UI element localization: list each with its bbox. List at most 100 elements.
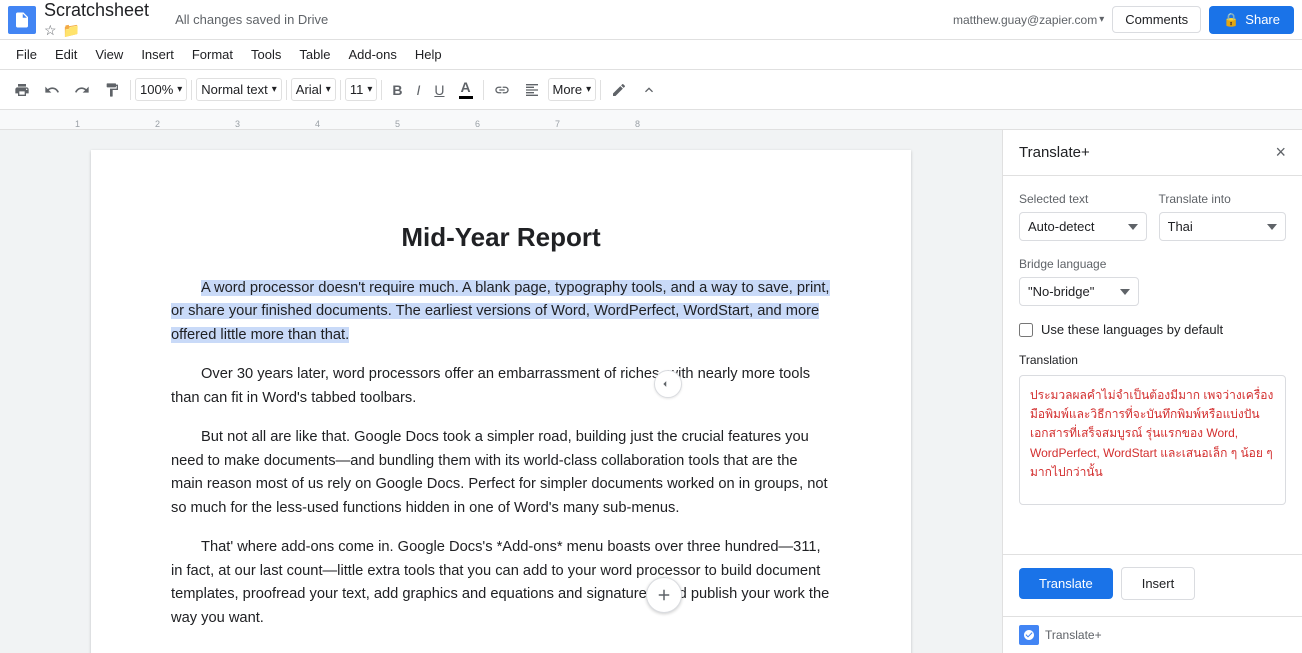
add-button-area [646, 577, 682, 613]
default-languages-checkbox[interactable] [1019, 323, 1033, 337]
doc-title-area: Scratchsheet ☆ 📁 [44, 0, 149, 39]
selected-text-select-wrap: Auto-detect [1019, 212, 1147, 241]
translation-section: Translation ประมวลผลคำไม่จำเป็นต้องมีมาก… [1019, 353, 1286, 505]
menu-tools[interactable]: Tools [243, 43, 289, 66]
chevron-down-icon: ▾ [367, 84, 372, 95]
divider-4 [340, 80, 341, 100]
document-area[interactable]: Mid-Year Report A word processor doesn't… [0, 130, 1002, 653]
paragraph-3: But not all are like that. Google Docs t… [171, 426, 831, 520]
menu-format[interactable]: Format [184, 43, 241, 66]
text-color-button[interactable]: A [453, 76, 479, 103]
selected-text-label: Selected text [1019, 192, 1147, 206]
ruler: 1 2 3 4 5 6 7 8 [0, 110, 1302, 130]
ruler-tick: 6 [475, 119, 480, 129]
sidebar-footer: Translate Insert [1003, 554, 1302, 612]
insert-button[interactable]: Insert [1121, 567, 1196, 600]
italic-button[interactable]: I [410, 78, 426, 102]
translation-label: Translation [1019, 353, 1286, 367]
paragraph-2: Over 30 years later, word processors off… [171, 363, 831, 410]
style-select[interactable]: Normal text ▾ [196, 78, 282, 101]
menu-insert[interactable]: Insert [133, 43, 182, 66]
highlighted-text: A word processor doesn't require much. A… [171, 280, 830, 343]
font-select[interactable]: Arial ▾ [291, 78, 336, 101]
scroll-control-button[interactable] [654, 370, 682, 398]
share-button[interactable]: 🔒 Share [1209, 6, 1294, 34]
floating-add-button[interactable] [646, 577, 682, 613]
user-area: matthew.guay@zapier.com ▾ Comments 🔒 Sha… [953, 6, 1294, 34]
pen-button[interactable] [605, 78, 633, 102]
default-languages-row: Use these languages by default [1019, 322, 1286, 337]
doc-actions: ☆ 📁 [44, 22, 149, 39]
print-button[interactable] [8, 78, 36, 102]
document-page: Mid-Year Report A word processor doesn't… [91, 150, 911, 653]
bridge-language-select[interactable]: "No-bridge" [1019, 277, 1139, 306]
selected-text-select[interactable]: Auto-detect [1019, 212, 1147, 241]
redo-button[interactable] [68, 78, 96, 102]
folder-button[interactable]: 📁 [63, 22, 80, 39]
underline-button[interactable]: U [428, 78, 450, 102]
ruler-tick: 8 [635, 119, 640, 129]
menu-help[interactable]: Help [407, 43, 450, 66]
app-icon [8, 6, 36, 34]
more-dropdown[interactable]: More ▾ [548, 78, 597, 101]
sidebar-close-button[interactable]: × [1275, 142, 1286, 163]
divider-7 [600, 80, 601, 100]
autosave-message: All changes saved in Drive [175, 12, 328, 27]
align-button[interactable] [518, 78, 546, 102]
link-button[interactable] [488, 78, 516, 102]
paint-format-button[interactable] [98, 78, 126, 102]
star-button[interactable]: ☆ [44, 22, 57, 39]
zoom-select[interactable]: 100% ▾ [135, 78, 187, 101]
chevron-down-icon[interactable]: ▾ [1099, 14, 1104, 25]
translate-button[interactable]: Translate [1019, 568, 1113, 599]
document-title: Mid-Year Report [171, 222, 831, 253]
selected-text-col: Selected text Auto-detect [1019, 192, 1147, 241]
divider-2 [191, 80, 192, 100]
main-layout: Mid-Year Report A word processor doesn't… [0, 130, 1302, 653]
ruler-tick: 7 [555, 119, 560, 129]
top-bar: Scratchsheet ☆ 📁 All changes saved in Dr… [0, 0, 1302, 40]
divider-6 [483, 80, 484, 100]
sidebar-header: Translate+ × [1003, 130, 1302, 176]
menu-bar: File Edit View Insert Format Tools Table… [0, 40, 1302, 70]
translate-into-col: Translate into Thai [1159, 192, 1287, 241]
brand-label: Translate+ [1045, 628, 1102, 642]
ruler-tick: 3 [235, 119, 240, 129]
default-languages-label[interactable]: Use these languages by default [1041, 322, 1223, 337]
bridge-language-label: Bridge language [1019, 257, 1286, 271]
menu-table[interactable]: Table [291, 43, 338, 66]
ruler-inner: 1 2 3 4 5 6 7 8 [75, 110, 997, 129]
menu-file[interactable]: File [8, 43, 45, 66]
translate-into-select-wrap: Thai [1159, 212, 1287, 241]
sidebar-panel: Translate+ × Selected text Auto-detect T… [1002, 130, 1302, 653]
color-indicator [459, 96, 473, 99]
ruler-tick: 2 [155, 119, 160, 129]
sidebar-brand-footer: Translate+ [1003, 616, 1302, 653]
divider-3 [286, 80, 287, 100]
font-size-select[interactable]: 11 ▾ [345, 78, 378, 101]
chevron-down-icon: ▾ [177, 84, 182, 95]
divider-1 [130, 80, 131, 100]
divider-5 [381, 80, 382, 100]
chevron-down-icon: ▾ [272, 84, 277, 95]
translate-into-label: Translate into [1159, 192, 1287, 206]
toolbar: 100% ▾ Normal text ▾ Arial ▾ 11 ▾ B I U … [0, 70, 1302, 110]
menu-view[interactable]: View [87, 43, 131, 66]
translate-into-select[interactable]: Thai [1159, 212, 1287, 241]
doc-title[interactable]: Scratchsheet [44, 0, 149, 21]
bold-button[interactable]: B [386, 78, 408, 102]
menu-addons[interactable]: Add-ons [340, 43, 404, 66]
bridge-language-row: Bridge language "No-bridge" [1019, 257, 1286, 306]
paragraph-1: A word processor doesn't require much. A… [171, 277, 831, 347]
ruler-tick: 1 [75, 119, 80, 129]
menu-edit[interactable]: Edit [47, 43, 85, 66]
undo-button[interactable] [38, 78, 66, 102]
comments-button[interactable]: Comments [1112, 6, 1201, 33]
bridge-select-wrap: "No-bridge" [1019, 277, 1286, 306]
paragraph-4: That' where add-ons come in. Google Docs… [171, 536, 831, 630]
sidebar-title: Translate+ [1019, 144, 1090, 161]
collapse-button[interactable] [635, 78, 663, 102]
ruler-tick: 5 [395, 119, 400, 129]
translation-text: ประมวลผลคำไม่จำเป็นต้องมีมาก เพจว่างเครื… [1019, 375, 1286, 505]
chevron-down-icon: ▾ [586, 84, 591, 95]
